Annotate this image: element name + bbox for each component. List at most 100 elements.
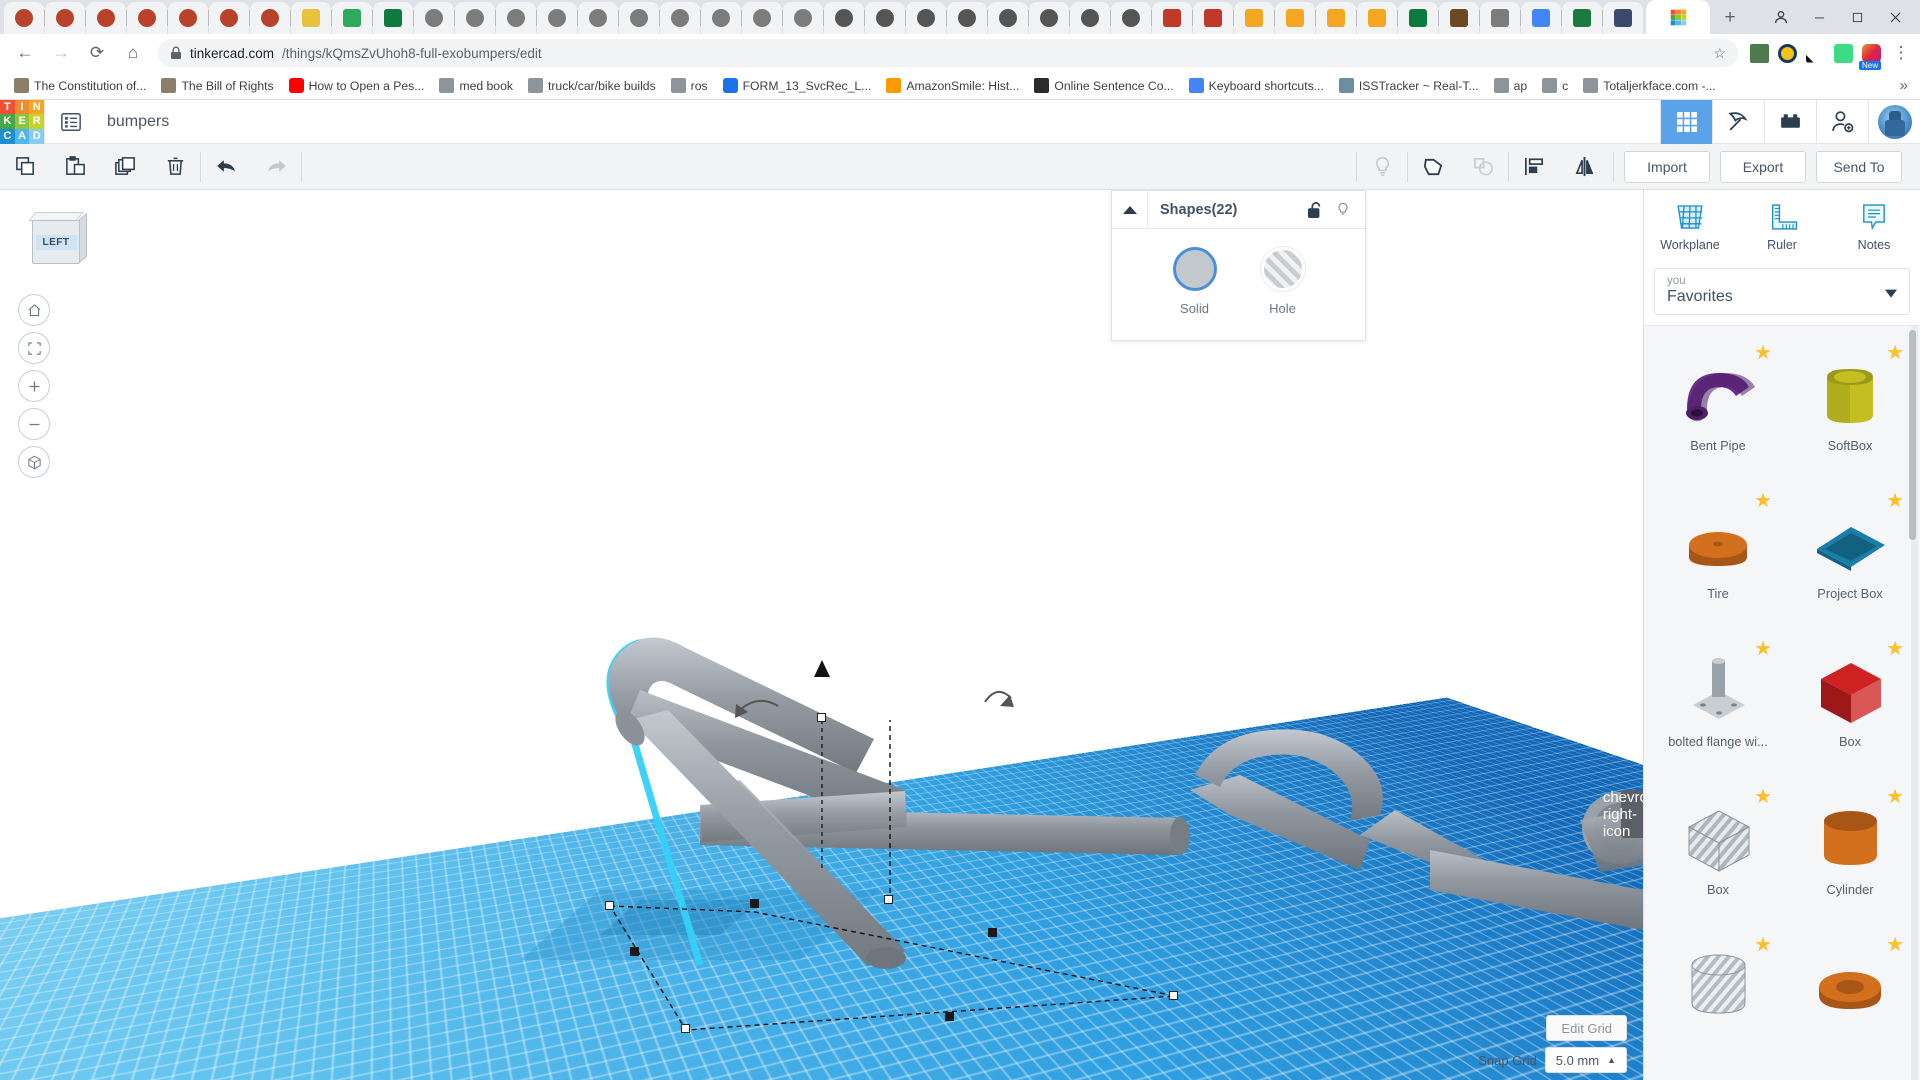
favorite-star-icon[interactable]: ★ bbox=[1886, 932, 1904, 957]
pinned-tab[interactable] bbox=[209, 2, 250, 34]
extension-chat-icon[interactable] bbox=[1834, 43, 1853, 63]
view-cube-side-face[interactable] bbox=[79, 212, 87, 264]
rotate-handle[interactable] bbox=[945, 1012, 954, 1021]
delete-button[interactable] bbox=[150, 144, 200, 190]
shape-collection-select[interactable]: you Favorites bbox=[1654, 268, 1910, 315]
bookmark-item[interactable]: How to Open a Pes... bbox=[283, 75, 431, 96]
favorite-star-icon[interactable]: ★ bbox=[1754, 488, 1772, 513]
pinned-tab[interactable] bbox=[865, 2, 906, 34]
view-cube-front-face[interactable]: LEFT bbox=[32, 220, 80, 264]
copy-button[interactable] bbox=[0, 144, 50, 190]
zoom-out-button[interactable] bbox=[18, 408, 50, 440]
pinned-tab[interactable] bbox=[45, 2, 86, 34]
pinned-tab[interactable] bbox=[127, 2, 168, 34]
new-tab-button[interactable]: + bbox=[1716, 4, 1744, 32]
pinned-tab[interactable] bbox=[1439, 2, 1480, 34]
resize-handle[interactable] bbox=[681, 1024, 690, 1033]
bookmark-item[interactable]: med book bbox=[433, 75, 519, 96]
redo-button[interactable] bbox=[251, 144, 301, 190]
shape-library-item[interactable]: ★ bbox=[1786, 928, 1914, 1076]
pinned-tab[interactable] bbox=[1316, 2, 1357, 34]
pinned-tab[interactable] bbox=[824, 2, 865, 34]
maximize-button[interactable] bbox=[1838, 2, 1876, 32]
rotate-handle[interactable] bbox=[750, 899, 759, 908]
resize-handle[interactable] bbox=[605, 901, 614, 910]
3d-model-geometry[interactable] bbox=[0, 190, 1643, 1080]
back-arrow-icon[interactable]: ← bbox=[8, 36, 42, 70]
pinned-tab[interactable] bbox=[86, 2, 127, 34]
active-tab[interactable] bbox=[1646, 0, 1710, 34]
pinned-tab[interactable] bbox=[455, 2, 496, 34]
ungroup-button[interactable] bbox=[1458, 144, 1508, 190]
duplicate-button[interactable] bbox=[100, 144, 150, 190]
home-view-button[interactable] bbox=[18, 294, 50, 326]
group-button[interactable] bbox=[1408, 144, 1458, 190]
bookmark-item[interactable]: ros bbox=[665, 75, 714, 96]
fit-view-button[interactable] bbox=[18, 332, 50, 364]
pinned-tab[interactable] bbox=[1521, 2, 1562, 34]
extension-target-icon[interactable] bbox=[1778, 43, 1797, 63]
bookmark-item[interactable]: Keyboard shortcuts... bbox=[1183, 75, 1330, 96]
pinned-tab[interactable] bbox=[1111, 2, 1152, 34]
pinned-tab[interactable] bbox=[906, 2, 947, 34]
pinned-tab[interactable] bbox=[168, 2, 209, 34]
shapes-panel-collapse-button[interactable] bbox=[1112, 190, 1148, 229]
favorite-star-icon[interactable]: ★ bbox=[1754, 340, 1772, 365]
sidebar-tool-notes[interactable]: Notes bbox=[1828, 202, 1920, 252]
shape-library-grid[interactable]: ★ Bent Pipe ★ SoftBox ★ Tire ★ Project Box ★ bolt… bbox=[1644, 326, 1920, 1080]
bookmark-item[interactable]: truck/car/bike builds bbox=[522, 75, 662, 96]
pinned-tab[interactable] bbox=[947, 2, 988, 34]
rotate-handle[interactable] bbox=[988, 928, 997, 937]
pinned-tab[interactable] bbox=[742, 2, 783, 34]
browser-profile-icon[interactable] bbox=[1762, 2, 1800, 32]
shape-list-toggle-button[interactable] bbox=[45, 100, 97, 144]
close-button[interactable] bbox=[1876, 2, 1914, 32]
favorite-star-icon[interactable]: ★ bbox=[1886, 340, 1904, 365]
bookmark-item[interactable]: The Bill of Rights bbox=[155, 75, 279, 96]
shape-type-option-solid[interactable]: Solid bbox=[1172, 247, 1217, 316]
minimize-button[interactable] bbox=[1800, 2, 1838, 32]
resize-handle[interactable] bbox=[817, 713, 826, 722]
resize-handle[interactable] bbox=[884, 895, 893, 904]
pinned-tab[interactable] bbox=[1029, 2, 1070, 34]
address-bar[interactable]: tinkercad.com/things/kQmsZvUhoh8-full-ex… bbox=[158, 39, 1738, 67]
favorite-star-icon[interactable]: ★ bbox=[1886, 488, 1904, 513]
favorite-star-icon[interactable]: ★ bbox=[1754, 636, 1772, 661]
grid-view-button[interactable] bbox=[1660, 99, 1712, 144]
pinned-tab[interactable] bbox=[414, 2, 455, 34]
shape-library-item[interactable]: ★ Bent Pipe bbox=[1654, 336, 1782, 484]
forward-arrow-icon[interactable]: → bbox=[44, 36, 78, 70]
bookmark-item[interactable]: Totaljerkface.com -... bbox=[1577, 75, 1721, 96]
mirror-button[interactable] bbox=[1559, 144, 1609, 190]
pinned-tab[interactable] bbox=[1234, 2, 1275, 34]
favorite-star-icon[interactable]: ★ bbox=[1754, 784, 1772, 809]
user-avatar-button[interactable] bbox=[1868, 99, 1920, 144]
extension-rss-icon[interactable] bbox=[1806, 54, 1814, 63]
bricks-button[interactable] bbox=[1764, 99, 1816, 144]
pinned-tab[interactable] bbox=[1480, 2, 1521, 34]
pinned-tab[interactable] bbox=[660, 2, 701, 34]
bookmark-star-icon[interactable]: ☆ bbox=[1713, 45, 1726, 62]
pinned-tab[interactable] bbox=[1357, 2, 1398, 34]
import-button[interactable]: Import bbox=[1624, 150, 1710, 183]
pinned-tab[interactable] bbox=[1562, 2, 1603, 34]
undo-button[interactable] bbox=[201, 144, 251, 190]
bookmark-item[interactable]: ap bbox=[1488, 75, 1534, 96]
resize-handle[interactable] bbox=[1169, 991, 1178, 1000]
unlock-icon[interactable] bbox=[1307, 201, 1323, 219]
shape-library-item[interactable]: ★ bbox=[1654, 928, 1782, 1076]
pinned-tab[interactable] bbox=[988, 2, 1029, 34]
bookmarks-overflow-button[interactable]: » bbox=[1900, 77, 1912, 94]
shape-library-item[interactable]: ★ Cylinder bbox=[1786, 780, 1914, 928]
edit-grid-button[interactable]: Edit Grid bbox=[1546, 1015, 1627, 1041]
shape-library-item[interactable]: ★ Box bbox=[1786, 632, 1914, 780]
pinned-tab[interactable] bbox=[332, 2, 373, 34]
pinned-tab[interactable] bbox=[250, 2, 291, 34]
pinned-tab[interactable] bbox=[373, 2, 414, 34]
pinned-tab[interactable] bbox=[1398, 2, 1439, 34]
extension-camera-icon[interactable]: New bbox=[1859, 43, 1882, 70]
sidebar-tool-workplane[interactable]: Workplane bbox=[1644, 202, 1736, 252]
zoom-in-button[interactable] bbox=[18, 370, 50, 402]
pinned-tab[interactable] bbox=[619, 2, 660, 34]
tinkercad-logo[interactable]: TINKERCAD bbox=[0, 99, 44, 144]
